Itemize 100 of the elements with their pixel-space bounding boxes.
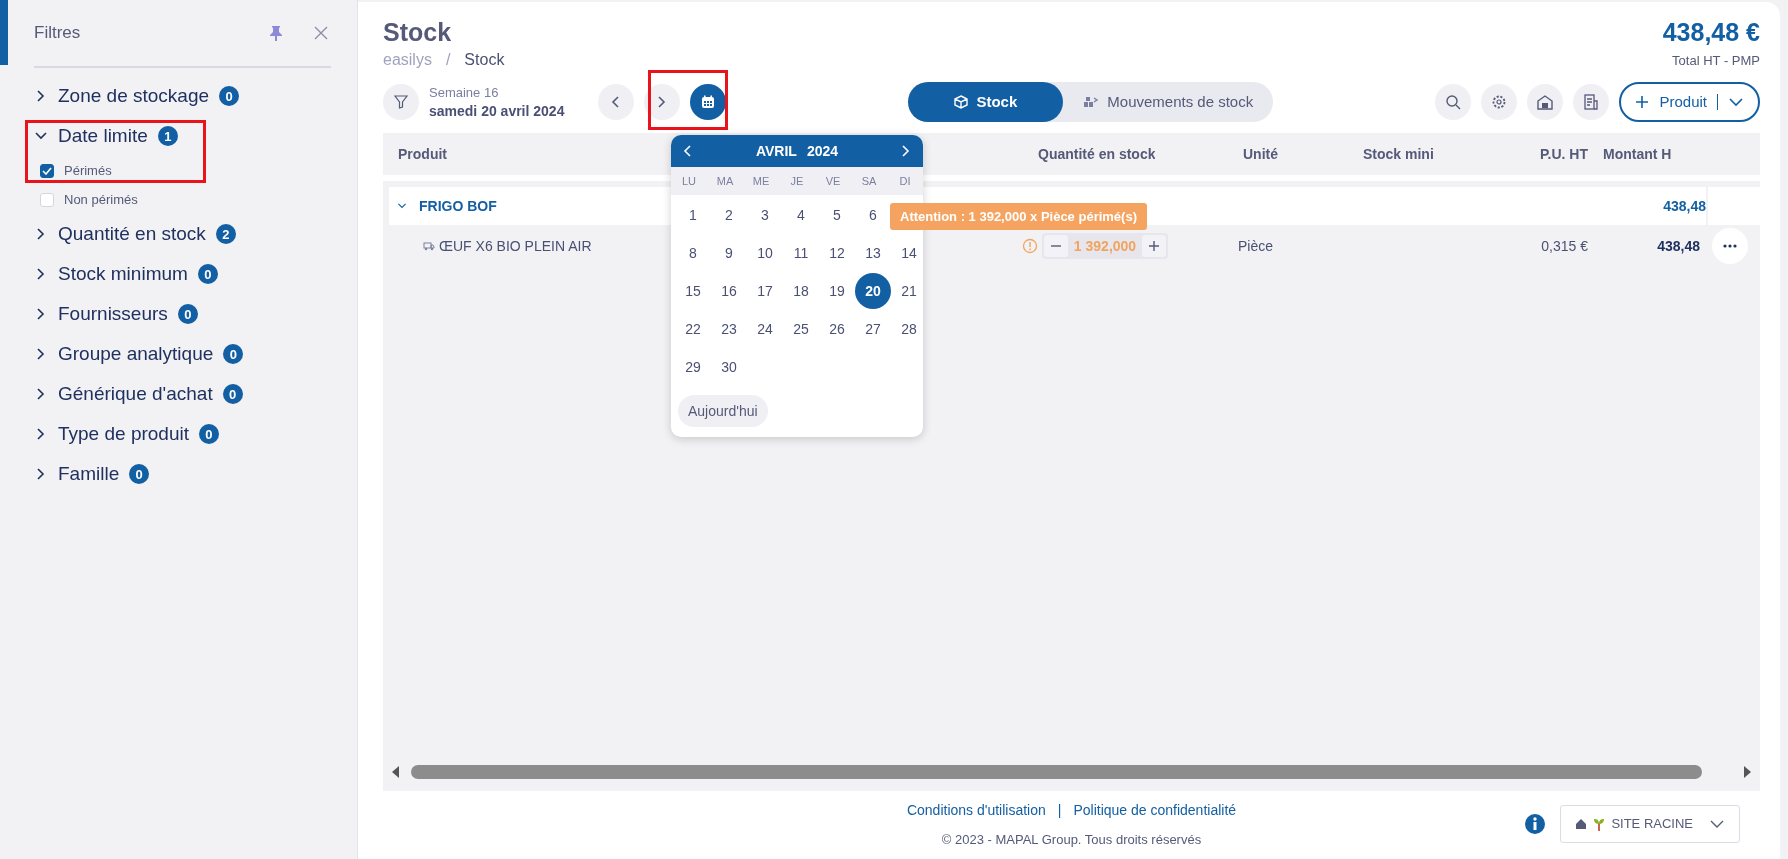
home-icon xyxy=(1575,817,1588,830)
calendar-button[interactable] xyxy=(690,83,727,120)
calendar-day[interactable]: 5 xyxy=(819,196,855,233)
date-label: samedi 20 avril 2024 xyxy=(429,102,565,119)
calendar-day[interactable]: 4 xyxy=(783,196,819,233)
count-badge: 2 xyxy=(215,224,236,244)
warning-tooltip: Attention : 1 392,000 x Pièce périmé(s) xyxy=(890,202,1147,230)
terms-link[interactable]: Conditions d'utilisation xyxy=(906,802,1046,819)
info-icon[interactable] xyxy=(1524,812,1547,835)
boxes-icon xyxy=(1083,94,1100,109)
unit-cell-text: Pièce xyxy=(1237,237,1275,254)
checkbox-label[interactable]: Non périmés xyxy=(64,192,138,207)
site-selector[interactable]: SITE RACINE xyxy=(1560,804,1740,843)
scroll-right-icon[interactable] xyxy=(1742,765,1752,778)
weekday-label: MA xyxy=(715,174,735,187)
total-amount: 438,48 € xyxy=(1662,18,1760,47)
filter-header[interactable]: Stock minimum 0 xyxy=(24,254,224,294)
filter-header[interactable]: Date limite 1 xyxy=(24,116,184,156)
box-icon xyxy=(954,94,969,109)
calendar-day[interactable]: 11 xyxy=(783,234,819,271)
weekday-label: LU xyxy=(680,174,698,187)
calendar-day[interactable]: 24 xyxy=(747,310,783,347)
calendar-day[interactable]: 26 xyxy=(819,310,855,347)
breadcrumb-current: Stock xyxy=(464,51,505,69)
settings-button[interactable] xyxy=(1481,83,1518,120)
calendar-day[interactable]: 12 xyxy=(819,234,855,271)
count-badge: 0 xyxy=(177,304,198,324)
count-badge: 0 xyxy=(219,86,240,106)
calendar-day[interactable]: 28 xyxy=(891,310,923,347)
filter-header[interactable]: Fournisseurs 0 xyxy=(24,294,204,334)
calendar-day[interactable]: 21 xyxy=(891,272,923,309)
calendar-day[interactable]: 9 xyxy=(711,234,747,271)
pin-icon[interactable] xyxy=(269,25,283,41)
calendar-day[interactable]: 3 xyxy=(747,196,783,233)
warehouse-button[interactable] xyxy=(1527,83,1564,120)
filter-icon xyxy=(394,94,408,109)
group-amount: 438,48 xyxy=(1662,197,1706,214)
checkbox-label[interactable]: Périmés xyxy=(64,163,112,178)
calendar-day[interactable]: 6 xyxy=(855,196,891,233)
report-button[interactable] xyxy=(1573,83,1610,120)
calendar-day[interactable]: 27 xyxy=(855,310,891,347)
calendar-day[interactable]: 16 xyxy=(711,272,747,309)
increment-button[interactable] xyxy=(1142,234,1166,257)
calendar-day[interactable]: 15 xyxy=(675,272,711,309)
column-header: Stock mini xyxy=(1363,145,1434,162)
view-tab[interactable]: Mouvements de stock xyxy=(1063,81,1274,122)
amount-cell-text: 438,48 xyxy=(1656,237,1700,254)
warning-icon xyxy=(1022,237,1038,254)
calendar-day[interactable]: 13 xyxy=(855,234,891,271)
calendar-day[interactable]: 29 xyxy=(675,348,711,385)
search-icon xyxy=(1445,93,1462,110)
product-name: ŒUF X6 BIO PLEIN AIR xyxy=(439,237,592,254)
filter-header[interactable]: Générique d'achat 0 xyxy=(24,374,249,414)
calendar-day[interactable]: 2 xyxy=(711,196,747,233)
filter-header[interactable]: Quantité en stock 2 xyxy=(24,214,242,254)
week-label: Semaine 16 xyxy=(429,84,500,100)
count-badge: 0 xyxy=(223,344,244,364)
warehouse-icon xyxy=(1537,93,1554,110)
calendar-day[interactable]: 23 xyxy=(711,310,747,347)
weekday-label: VE xyxy=(824,174,842,187)
checkbox[interactable] xyxy=(40,163,54,178)
calendar-day[interactable]: 14 xyxy=(891,234,923,271)
decrement-button[interactable] xyxy=(1044,234,1068,257)
filter-button[interactable] xyxy=(383,83,419,120)
calendar-day[interactable]: 18 xyxy=(783,272,819,309)
filter-header[interactable]: Zone de stockage 0 xyxy=(24,76,246,116)
calendar-day[interactable]: 1 xyxy=(675,196,711,233)
document-icon xyxy=(1583,93,1600,110)
calendar-day[interactable]: 22 xyxy=(675,310,711,347)
calendar-day[interactable]: 10 xyxy=(747,234,783,271)
today-button[interactable]: Aujourd'hui xyxy=(678,394,768,427)
calendar-day[interactable]: 20 xyxy=(855,272,891,309)
column-header: Unité xyxy=(1243,145,1278,162)
calendar-day[interactable]: 25 xyxy=(783,310,819,347)
sprout-icon xyxy=(1593,816,1606,831)
calendar-day[interactable]: 30 xyxy=(711,348,747,385)
group-name: FRIGO BOF xyxy=(419,197,497,214)
filter-header[interactable]: Groupe analytique 0 xyxy=(24,334,250,374)
count-badge: 0 xyxy=(197,264,218,284)
year-label: 2024 xyxy=(806,142,839,159)
calendar-day[interactable]: 17 xyxy=(747,272,783,309)
total-label: Total HT - PMP xyxy=(1671,53,1760,68)
calendar-day[interactable]: 8 xyxy=(675,234,711,271)
scrollbar-thumb[interactable] xyxy=(411,764,1702,779)
filter-header[interactable]: Type de produit 0 xyxy=(24,414,225,454)
calendar-day[interactable]: 19 xyxy=(819,272,855,309)
count-badge: 0 xyxy=(129,464,150,484)
column-header: Quantité en stock xyxy=(1038,145,1156,162)
more-icon xyxy=(1723,243,1737,248)
add-product-button[interactable]: Produit xyxy=(1619,81,1760,122)
scroll-left-icon[interactable] xyxy=(391,765,401,778)
privacy-link[interactable]: Politique de confidentialité xyxy=(1073,802,1237,819)
count-badge: 1 xyxy=(157,126,178,146)
sidebar-title: Filtres xyxy=(34,23,82,43)
filter-header[interactable]: Famille 0 xyxy=(24,454,156,494)
weekday-label: ME xyxy=(751,174,771,187)
column-header: Montant H xyxy=(1603,145,1672,162)
search-button[interactable] xyxy=(1435,83,1472,120)
plus-icon xyxy=(1635,94,1650,109)
view-tab[interactable]: Stock xyxy=(908,81,1064,122)
